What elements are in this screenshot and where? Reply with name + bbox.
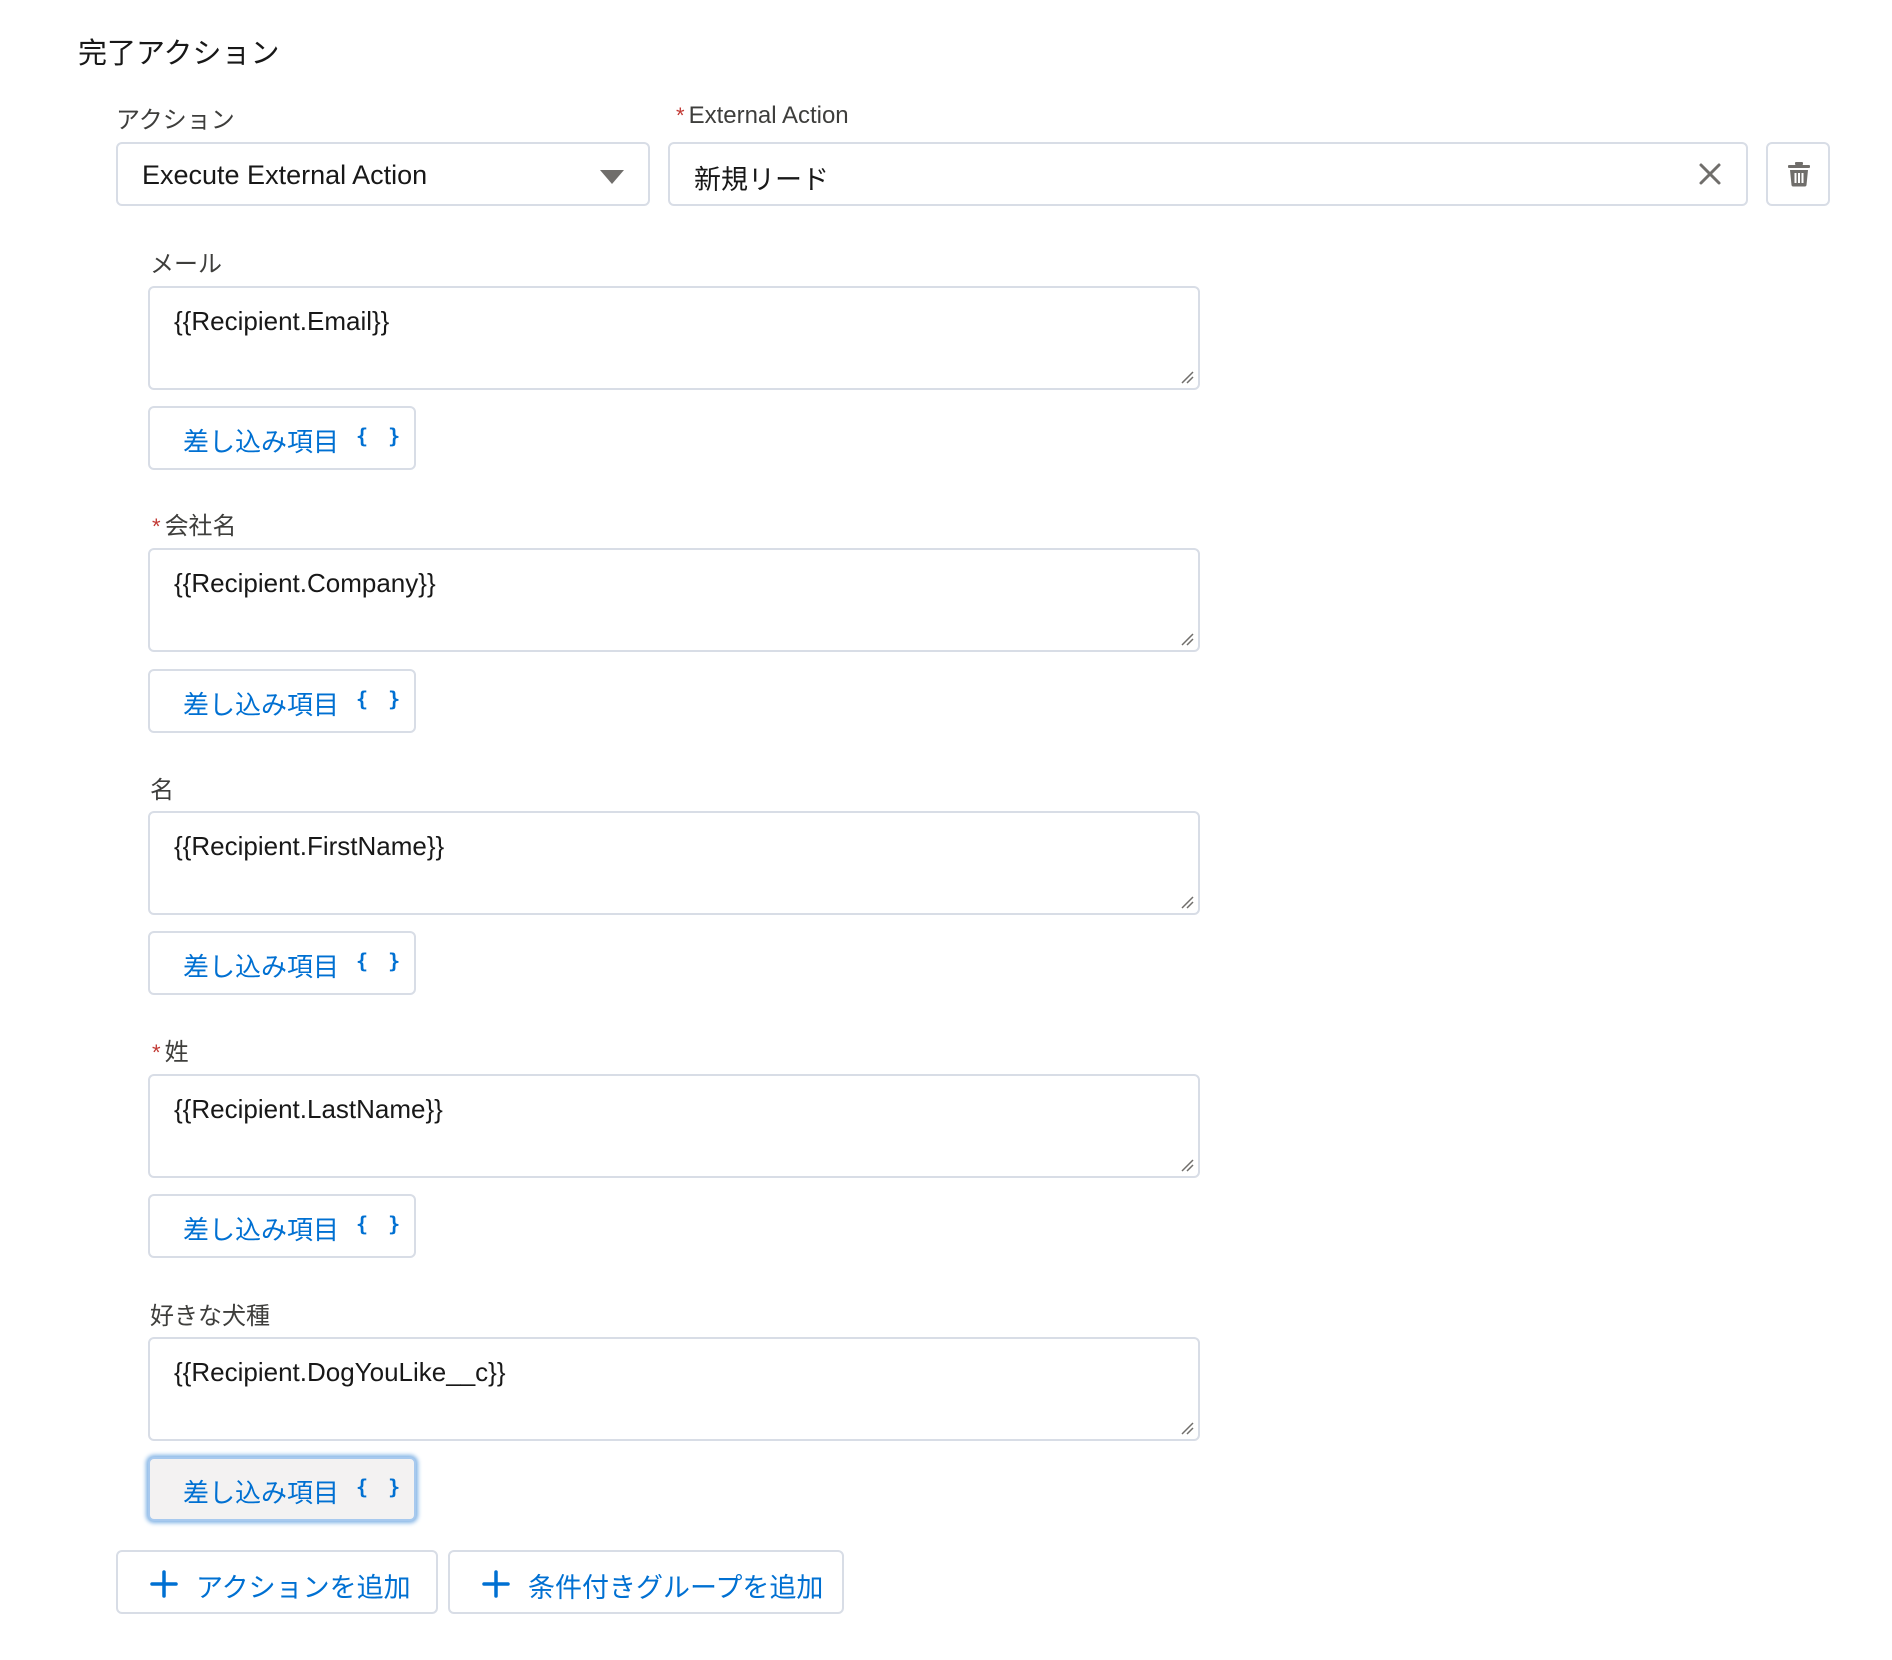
action-select-value: Execute External Action [142,160,428,190]
add-conditional-group-button[interactable]: 条件付きグループを追加 [448,1550,844,1614]
field-value: {{Recipient.Company}} [174,568,436,598]
company-field[interactable]: {{Recipient.Company}} [148,548,1200,652]
delete-action-button[interactable] [1766,142,1830,206]
field-label-last-name: * 姓 [152,1032,189,1067]
field-value: {{Recipient.DogYouLike__c}} [174,1357,506,1387]
close-icon[interactable] [1696,160,1724,188]
required-mark: * [676,103,685,128]
plus-icon [150,1570,178,1598]
braces-icon: { } [356,949,405,973]
merge-field-button-label: 差し込み項目 [183,1215,340,1245]
plus-icon [482,1570,510,1598]
email-field[interactable]: {{Recipient.Email}} [148,286,1200,390]
merge-field-button-label: 差し込み項目 [183,952,340,982]
action-label: アクション [116,107,235,134]
external-action-value: 新規リード [694,165,829,195]
favorite-dog-field[interactable]: {{Recipient.DogYouLike__c}} [148,1337,1200,1441]
braces-icon: { } [356,687,405,711]
first-name-field[interactable]: {{Recipient.FirstName}} [148,811,1200,915]
resize-handle-icon[interactable] [1180,370,1194,384]
add-action-button[interactable]: アクションを追加 [116,1550,438,1614]
section-title: 完了アクション [78,38,280,70]
chevron-down-icon [600,170,624,184]
resize-handle-icon[interactable] [1180,895,1194,909]
external-action-label: * External Action [676,102,849,130]
braces-icon: { } [356,1475,405,1499]
required-mark: * [152,1040,161,1065]
merge-field-button-label: 差し込み項目 [183,427,340,457]
resize-handle-icon[interactable] [1180,1158,1194,1172]
merge-field-button[interactable]: 差し込み項目 { } [148,1194,416,1258]
external-action-lookup[interactable]: 新規リード [668,142,1748,206]
field-label-email: メール [150,244,222,279]
merge-field-button[interactable]: 差し込み項目 { } [148,669,416,733]
field-value: {{Recipient.LastName}} [174,1094,443,1124]
resize-handle-icon[interactable] [1180,632,1194,646]
field-label-first-name: 名 [150,770,174,805]
merge-field-button-label: 差し込み項目 [183,1478,340,1508]
field-value: {{Recipient.Email}} [174,306,390,336]
required-mark: * [152,514,161,539]
field-label-company: * 会社名 [152,506,237,541]
merge-field-button[interactable]: 差し込み項目 { } [148,931,416,995]
trash-icon [1788,162,1810,187]
field-label-favorite-dog: 好きな犬種 [150,1296,270,1331]
last-name-field[interactable]: {{Recipient.LastName}} [148,1074,1200,1178]
field-label-text: メール [150,251,222,278]
field-label-text: 姓 [164,1039,189,1066]
resize-handle-icon[interactable] [1180,1421,1194,1435]
merge-field-button[interactable]: 差し込み項目 { } [148,1457,416,1521]
braces-icon: { } [356,424,405,448]
braces-icon: { } [356,1212,405,1236]
merge-field-button-label: 差し込み項目 [183,690,340,720]
field-label-text: 会社名 [164,513,237,540]
external-action-label-text: External Action [688,102,849,129]
merge-field-button[interactable]: 差し込み項目 { } [148,406,416,470]
field-label-text: 好きな犬種 [150,1303,270,1330]
field-value: {{Recipient.FirstName}} [174,831,445,861]
action-select[interactable]: Execute External Action [116,142,650,206]
add-action-button-label: アクションを追加 [196,1573,411,1603]
add-conditional-group-button-label: 条件付きグループを追加 [528,1573,824,1603]
field-label-text: 名 [150,777,174,804]
